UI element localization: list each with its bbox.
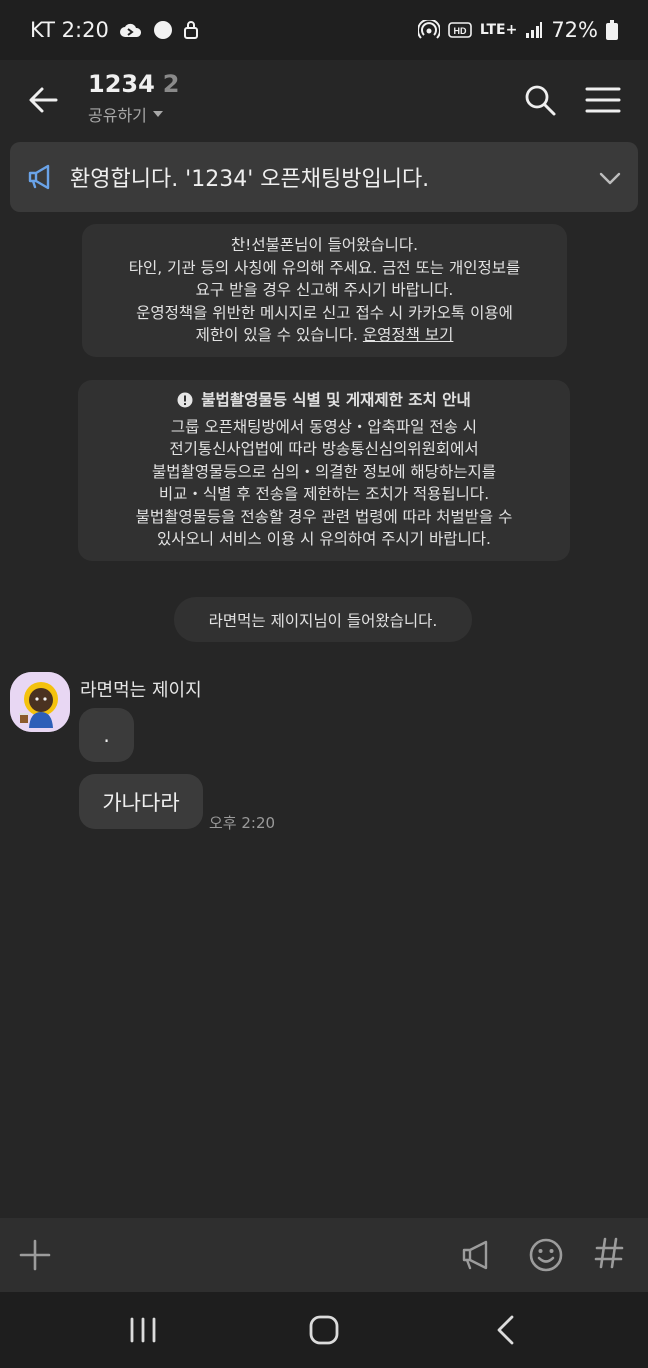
system-message-join: 찬!선불폰님이 들어왔습니다. 타인, 기관 등의 사칭에 유의해 주세요. 금… [82, 224, 567, 357]
notice-line: 그룹 오픈채팅방에서 동영상・압축파일 전송 시 [170, 417, 478, 436]
chat-screen: KT 2:20 HD LTE+ 72% 1234 2 공유하기 환영합니다. '… [0, 0, 648, 1368]
hashtag-icon [594, 1237, 624, 1269]
carrier-time: KT 2:20 [30, 18, 109, 42]
lock-icon [183, 20, 199, 40]
smiley-icon [529, 1238, 563, 1272]
search-button[interactable] [522, 82, 558, 118]
hamburger-menu-icon [585, 87, 621, 113]
back-button[interactable] [26, 82, 62, 118]
share-dropdown[interactable]: 공유하기 [88, 102, 180, 126]
emoticon-button[interactable] [528, 1237, 564, 1273]
status-bar: KT 2:20 HD LTE+ 72% [0, 0, 648, 60]
member-count: 2 [162, 70, 180, 98]
title-area[interactable]: 1234 2 공유하기 [88, 70, 180, 126]
chat-header: 1234 2 공유하기 [0, 60, 648, 140]
dot-icon [153, 20, 173, 40]
illegal-content-heading: 불법촬영물등 식별 및 게재제한 조치 안내 [88, 389, 560, 412]
room-title: 1234 [88, 70, 155, 98]
heading-text: 불법촬영물등 식별 및 게재제한 조치 안내 [201, 391, 471, 409]
notice-line: 비교・식별 후 전송을 제한하는 조치가 적용됩니다. [158, 485, 490, 503]
notice-line: 불법촬영물등으로 심의・의결한 정보에 해당하는지를 [151, 462, 496, 481]
warning-line: 타인, 기관 등의 사칭에 유의해 주세요. 금전 또는 개인정보를 [128, 258, 521, 277]
notice-line: 전기통신사업법에 따라 방송통신심의위원회에서 [169, 440, 479, 458]
home-button[interactable] [308, 1314, 340, 1346]
nav-back-button[interactable] [494, 1314, 518, 1346]
policy-link[interactable]: 운영정책 보기 [363, 326, 454, 344]
message-timestamp: 오후 2:20 [209, 814, 276, 832]
home-icon [309, 1315, 339, 1345]
warning-line: 운영정책을 위반한 메시지로 신고 접수 시 카카오톡 이용에 [136, 303, 513, 322]
caret-down-icon [152, 111, 163, 117]
menu-button[interactable] [584, 82, 622, 118]
recent-apps-icon [130, 1317, 156, 1343]
signal-icon [525, 21, 543, 39]
notice-line: 있사오니 서비스 이용 시 유의하여 주시기 바랍니다. [157, 530, 491, 548]
message-text: 가나다라 [102, 790, 180, 815]
hd-icon: HD [448, 22, 472, 38]
message-bubble[interactable]: . [79, 708, 134, 762]
notice-banner[interactable]: 환영합니다. '1234' 오픈채팅방입니다. [10, 142, 638, 212]
battery-icon [606, 20, 618, 40]
hotspot-icon [417, 20, 440, 40]
recent-apps-button[interactable] [128, 1316, 158, 1344]
warning-line: 요구 받을 경우 신고해 주시기 바랍니다. [195, 281, 454, 299]
share-label: 공유하기 [88, 106, 147, 125]
svg-text:HD: HD [453, 26, 466, 36]
network-type: LTE+ [479, 22, 518, 38]
warning-text: 제한이 있을 수 있습니다. [195, 326, 363, 344]
join-text: 찬!선불폰님이 들어왔습니다. [230, 236, 419, 254]
chevron-left-icon [497, 1315, 514, 1345]
alert-icon [177, 392, 193, 408]
megaphone-icon [462, 1240, 488, 1270]
system-message-illegal-content: 불법촬영물등 식별 및 게재제한 조치 안내 그룹 오픈채팅방에서 동영상・압축… [78, 380, 570, 561]
hashtag-button[interactable] [594, 1235, 624, 1275]
search-icon [525, 85, 556, 116]
character-avatar-icon [10, 672, 70, 732]
attach-button[interactable] [18, 1238, 52, 1272]
announcement-button[interactable] [460, 1238, 494, 1272]
megaphone-icon [28, 164, 50, 190]
message-text: . [103, 723, 110, 747]
warning-line-last: 제한이 있을 수 있습니다. 운영정책 보기 [92, 324, 557, 347]
cloud-sync-icon [119, 21, 143, 39]
message-input-bar [0, 1218, 648, 1292]
arrow-left-icon [29, 87, 58, 113]
notice-line: 불법촬영물등을 전송할 경우 관련 법령에 따라 처벌받을 수 [135, 507, 513, 526]
battery-percent: 72% [551, 18, 598, 42]
system-message-second-join: 라면먹는 제이지님이 들어왔습니다. [174, 597, 472, 642]
sender-name: 라면먹는 제이지 [80, 680, 202, 701]
avatar[interactable] [10, 672, 70, 732]
message-bubble[interactable]: 가나다라 [79, 774, 203, 829]
system-navigation-bar [0, 1292, 648, 1368]
plus-icon [19, 1239, 51, 1271]
notice-text: 환영합니다. '1234' 오픈채팅방입니다. [70, 167, 430, 192]
chevron-down-icon[interactable] [598, 166, 622, 190]
